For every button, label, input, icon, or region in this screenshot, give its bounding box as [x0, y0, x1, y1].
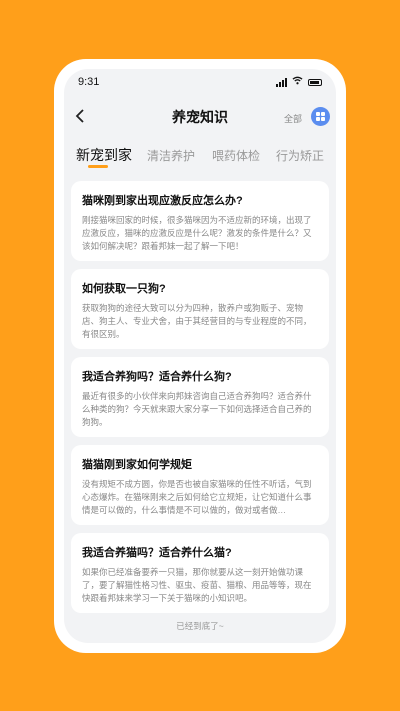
article-card[interactable]: 猫咪刚到家出现应激反应怎么办? 刚接猫咪回家的时候，很多猫咪因为不适应新的环境，… — [71, 181, 329, 261]
all-categories-link[interactable]: 全部 — [284, 112, 302, 125]
app-screen: 9:31 养宠知识 全部 新宠到家 清洁养护 喂药体检 行为矫正 猫咪刚到家出现… — [64, 69, 336, 643]
article-excerpt: 没有规矩不成方圆，你是否也被自家猫咪的任性不听话，气到心态爆炸。在猫咪刚来之后如… — [82, 479, 312, 515]
phone-frame: 9:31 养宠知识 全部 新宠到家 清洁养护 喂药体检 行为矫正 猫咪刚到家出现… — [54, 59, 346, 653]
article-title: 猫猫刚到家如何学规矩 — [82, 459, 192, 471]
signal-icon — [276, 77, 287, 87]
tab-cleaning-care[interactable]: 清洁养护 — [147, 147, 195, 164]
status-icons — [276, 76, 322, 88]
article-title: 我适合养猫吗？适合养什么猫? — [82, 547, 232, 559]
article-card[interactable]: 我适合养猫吗？适合养什么猫? 如果你已经准备要养一只猫，那你就要从这一刻开始做功… — [71, 533, 329, 613]
end-of-list-text: 已经到底了~ — [176, 621, 224, 631]
tab-medicine-checkup[interactable]: 喂药体检 — [212, 147, 260, 164]
status-time: 9:31 — [78, 76, 100, 88]
category-tabs: 新宠到家 清洁养护 喂药体检 行为矫正 — [64, 143, 336, 169]
article-title: 我适合养狗吗？适合养什么狗? — [82, 371, 232, 383]
article-card[interactable]: 猫猫刚到家如何学规矩 没有规矩不成方圆，你是否也被自家猫咪的任性不听话，气到心态… — [71, 445, 329, 525]
article-excerpt: 获取狗狗的途径大致可以分为四种，散养户或狗贩子、宠物店、狗主人、专业犬舍，由于其… — [82, 303, 312, 339]
article-card[interactable]: 如何获取一只狗? 获取狗狗的途径大致可以分为四种，散养户或狗贩子、宠物店、狗主人… — [71, 269, 329, 349]
grid-menu-button[interactable] — [311, 107, 330, 126]
status-bar: 9:31 — [64, 69, 336, 95]
nav-bar: 养宠知识 全部 — [64, 99, 336, 135]
article-card[interactable]: 我适合养狗吗？适合养什么狗? 最近有很多的小伙伴来向邦妹咨询自己适合养狗吗？适合… — [71, 357, 329, 437]
active-tab-indicator — [88, 165, 108, 168]
tab-behavior-correction[interactable]: 行为矫正 — [276, 147, 324, 164]
article-excerpt: 刚接猫咪回家的时候，很多猫咪因为不适应新的环境，出现了应激反应，猫咪的应激反应是… — [82, 215, 312, 251]
article-excerpt: 最近有很多的小伙伴来向邦妹咨询自己适合养狗吗？适合养什么种类的狗？今天就来跟大家… — [82, 391, 312, 427]
grid-icon — [316, 112, 325, 121]
tab-new-pet[interactable]: 新宠到家 — [76, 145, 132, 165]
article-title: 如何获取一只狗? — [82, 283, 166, 295]
wifi-icon — [292, 76, 303, 88]
battery-icon — [308, 78, 322, 86]
article-excerpt: 如果你已经准备要养一只猫，那你就要从这一刻开始做功课了，要了解猫性格习性、驱虫、… — [82, 567, 312, 603]
article-title: 猫咪刚到家出现应激反应怎么办? — [82, 195, 243, 207]
